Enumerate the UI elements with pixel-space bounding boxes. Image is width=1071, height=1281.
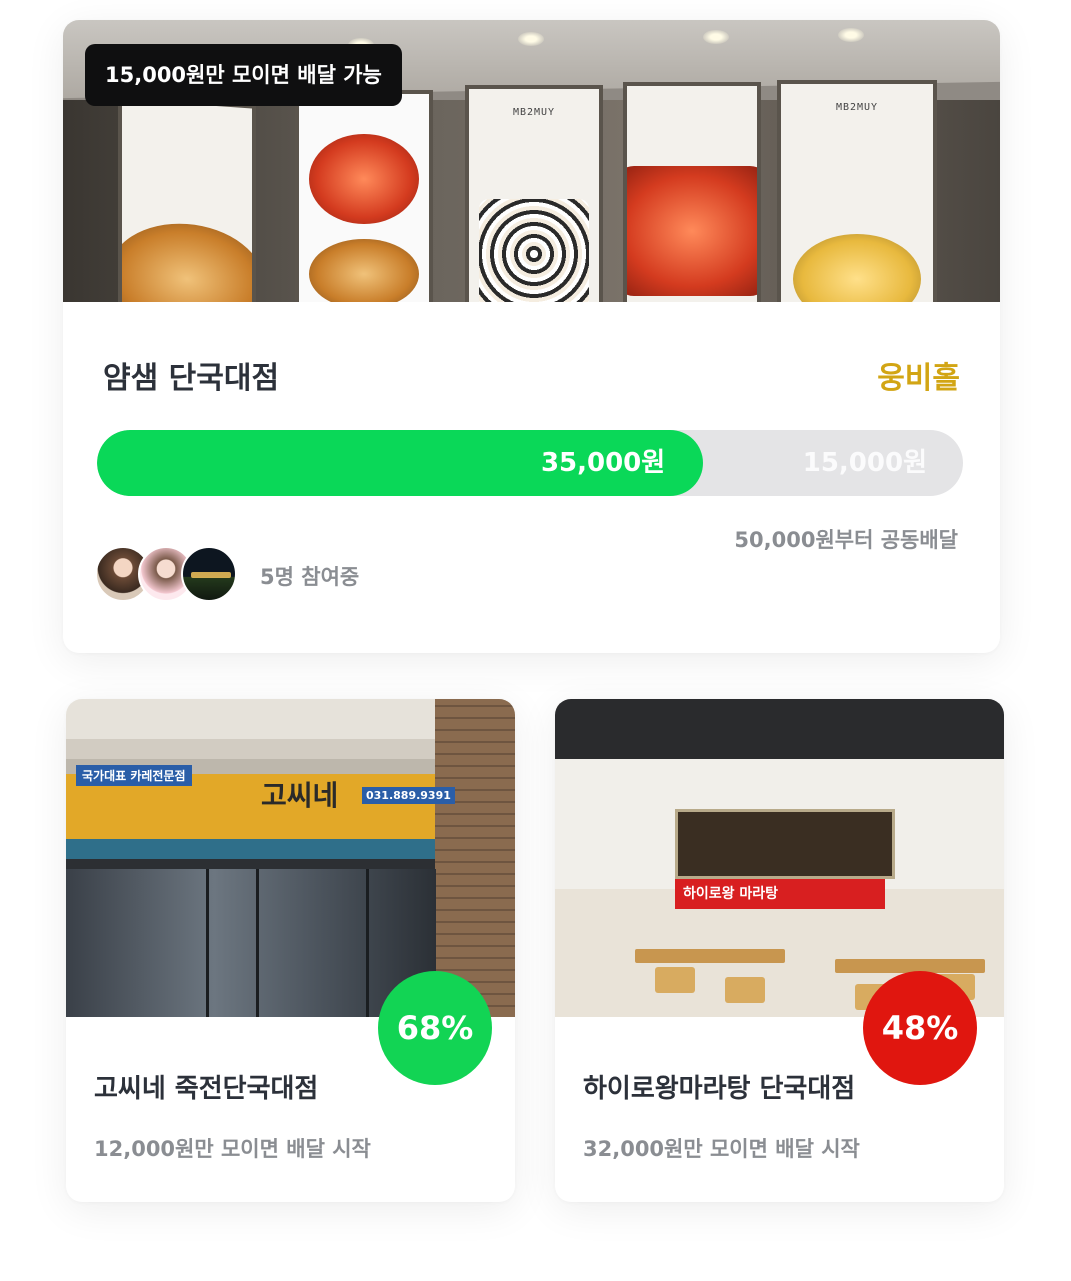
store-name: 얌샘 단국대점 [103,361,280,396]
ceiling-light [838,28,864,42]
sign-brand: 고씨네 [261,779,339,812]
remaining-amount: 15,000원 [802,448,927,478]
store-photo: 하이로왕 마라탕 [555,699,1004,1017]
ceiling-light [518,32,544,46]
photo-glass-front [66,869,436,1017]
menu-banner [623,82,761,302]
menu-banner [118,95,256,302]
store-photo: 국가대표 카레전문점 고씨네 031.889.9391 [66,699,515,1017]
group-order-card[interactable]: 하이로왕 마라탕 48% 하이로왕마라탕 단국대점 32,000원만 모이면 배… [555,699,1004,1202]
page: MB2MUY MB2MUY 15,000원만 모이면 배달 가능 얌샘 단국대점… [0,0,1071,1281]
pickup-location: 웅비홀 [877,361,960,396]
menu-banner: MB2MUY [465,85,603,302]
progress-percent-badge: 48% [863,971,977,1085]
group-order-card[interactable]: 국가대표 카레전문점 고씨네 031.889.9391 68% 고씨네 죽전단국… [66,699,515,1202]
avatar [181,546,237,602]
photo-chair [725,977,765,1003]
sign-phone: 031.889.9391 [362,787,455,804]
delivery-goal-text: 12,000원만 모이면 배달 시작 [94,1137,371,1161]
banner-text: MB2MUY [512,107,556,118]
photo-frame [256,869,259,1017]
photo-frame [206,869,209,1017]
minimum-order-text: 50,000원부터 공동배달 [734,528,958,552]
photo-frame [366,869,369,1017]
delivery-goal-label: 15,000원만 모이면 배달 가능 [85,44,402,106]
banner-text: 하이로왕 마라탕 [683,886,779,902]
sign-text: 국가대표 카레전문점 [76,765,192,786]
photo-chair [655,967,695,993]
photo-menu-board [675,809,895,879]
order-progress-bar: 35,000원 15,000원 [97,430,963,496]
ceiling-light [703,30,729,44]
collected-amount: 35,000원 [540,448,666,478]
banner-text: MB2MUY [835,102,879,113]
store-photo: MB2MUY MB2MUY 15,000원만 모이면 배달 가능 [63,20,1000,302]
featured-group-order-card[interactable]: MB2MUY MB2MUY 15,000원만 모이면 배달 가능 얌샘 단국대점… [63,20,1000,653]
menu-banner: MB2MUY [777,80,937,302]
store-name: 고씨네 죽전단국대점 [94,1074,319,1104]
progress-percent-badge: 68% [378,971,492,1085]
menu-banner [295,90,433,302]
delivery-goal-text: 32,000원만 모이면 배달 시작 [583,1137,860,1161]
photo-brick-wall [435,699,515,1017]
photo-table [635,949,785,963]
store-name: 하이로왕마라탕 단국대점 [583,1074,856,1104]
participant-count: 5명 참여중 [260,565,360,589]
